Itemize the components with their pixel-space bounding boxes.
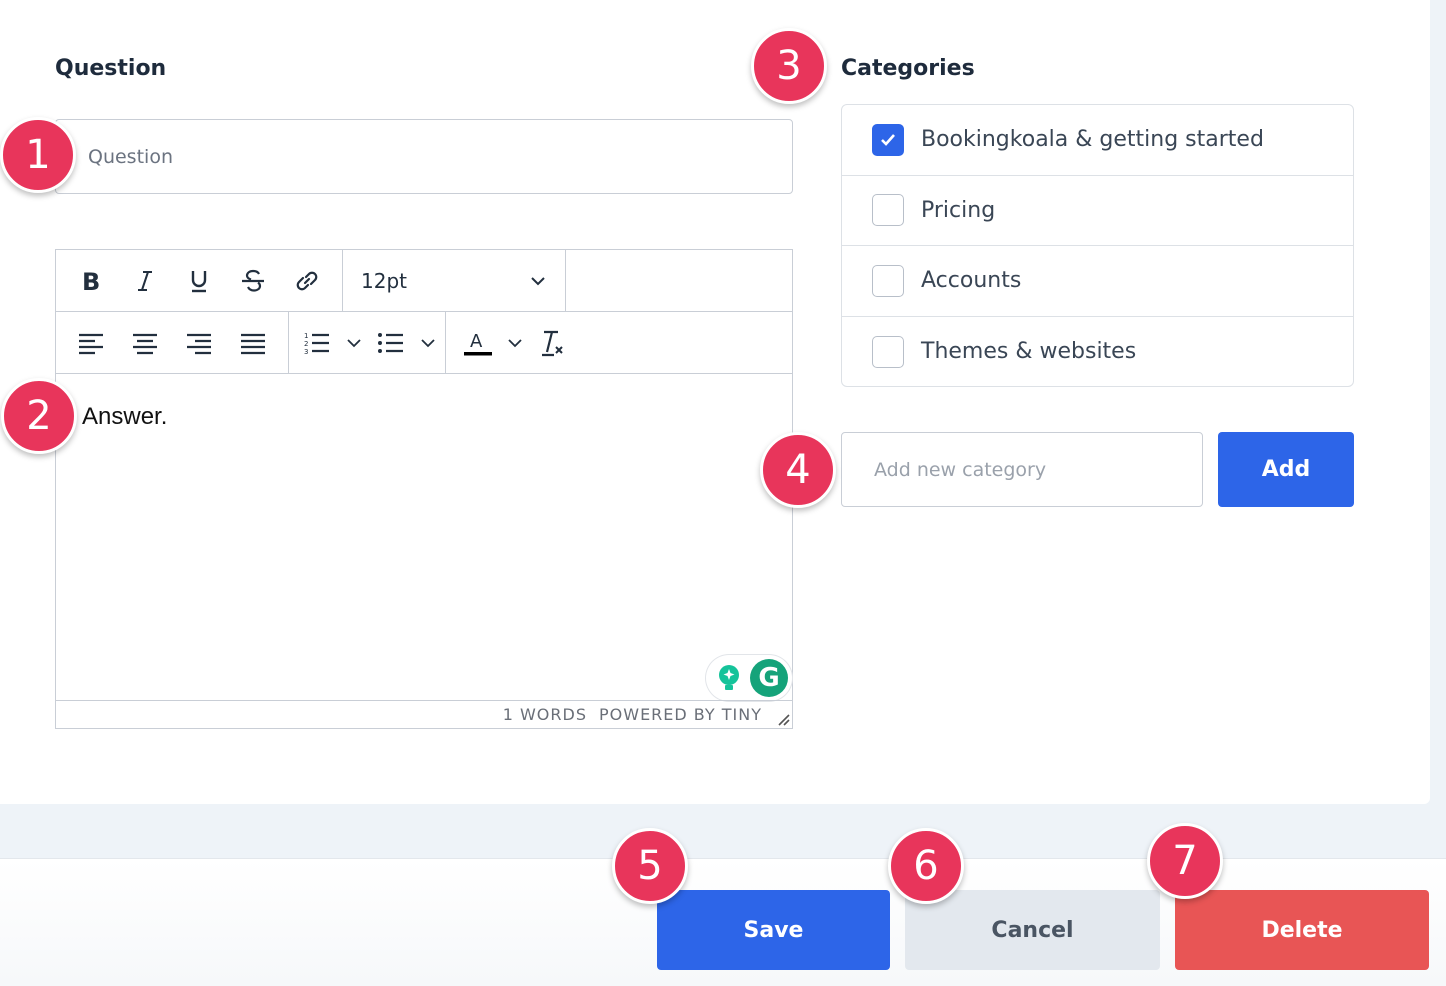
annotation-badge: 7 bbox=[1147, 823, 1223, 899]
answer-editor: B 12pt 1 2 3 A Answer. G 1 WORDS POWERED… bbox=[55, 249, 793, 729]
chevron-down-icon[interactable] bbox=[415, 321, 441, 365]
annotation-badge: 3 bbox=[751, 28, 827, 104]
align-center-icon[interactable] bbox=[122, 321, 168, 365]
cancel-button[interactable]: Cancel bbox=[905, 890, 1160, 970]
align-justify-icon[interactable] bbox=[230, 321, 276, 365]
category-label: Bookingkoala & getting started bbox=[921, 127, 1264, 153]
svg-text:A: A bbox=[470, 331, 483, 352]
category-label: Themes & websites bbox=[921, 339, 1137, 365]
annotation-badge: 2 bbox=[1, 378, 77, 454]
annotation-badge: 1 bbox=[0, 117, 76, 193]
checkbox[interactable] bbox=[872, 264, 904, 297]
bold-icon[interactable]: B bbox=[68, 259, 114, 303]
category-label: Pricing bbox=[921, 197, 996, 223]
grammarly-widget[interactable]: G bbox=[706, 655, 792, 701]
add-category-button[interactable]: Add bbox=[1218, 432, 1354, 507]
underline-icon[interactable] bbox=[176, 259, 222, 303]
save-button[interactable]: Save bbox=[657, 890, 890, 970]
question-label: Question bbox=[55, 56, 167, 81]
editor-statusbar: 1 WORDS POWERED BY TINY bbox=[56, 700, 792, 728]
font-size-value: 12pt bbox=[361, 268, 407, 293]
svg-text:B: B bbox=[82, 269, 100, 293]
category-item[interactable]: Bookingkoala & getting started bbox=[842, 105, 1353, 176]
check-icon bbox=[881, 133, 895, 146]
list-group: 123 bbox=[289, 312, 446, 373]
bullet-list-icon[interactable] bbox=[371, 321, 411, 365]
align-group bbox=[56, 312, 289, 373]
new-category-input[interactable] bbox=[841, 432, 1203, 507]
categories-list: Bookingkoala & getting started Pricing A… bbox=[841, 104, 1354, 387]
checkbox-checked[interactable] bbox=[872, 123, 904, 156]
link-icon[interactable] bbox=[284, 259, 330, 303]
align-left-icon[interactable] bbox=[68, 321, 114, 365]
svg-text:2: 2 bbox=[304, 340, 308, 348]
chevron-down-icon[interactable] bbox=[502, 321, 528, 365]
annotation-badge: 6 bbox=[888, 828, 964, 904]
category-item[interactable]: Themes & websites bbox=[842, 317, 1353, 387]
word-count: 1 WORDS bbox=[502, 705, 587, 724]
editor-toolbar-row-2: 123 A bbox=[56, 312, 792, 374]
annotation-badge: 4 bbox=[760, 432, 836, 508]
font-size-select[interactable]: 12pt bbox=[343, 269, 565, 293]
editor-toolbar-row-1: B 12pt bbox=[56, 250, 792, 312]
category-item[interactable]: Accounts bbox=[842, 246, 1353, 317]
clear-formatting-icon[interactable] bbox=[532, 321, 572, 365]
checkbox[interactable] bbox=[872, 335, 904, 368]
font-size-group: 12pt bbox=[343, 250, 566, 311]
strikethrough-icon[interactable] bbox=[230, 259, 276, 303]
grammarly-icon: G bbox=[750, 659, 788, 697]
checkbox[interactable] bbox=[872, 194, 904, 227]
italic-icon[interactable] bbox=[122, 259, 168, 303]
color-group: A bbox=[446, 312, 584, 373]
category-item[interactable]: Pricing bbox=[842, 176, 1353, 246]
categories-label: Categories bbox=[841, 56, 975, 81]
powered-by[interactable]: POWERED BY TINY bbox=[599, 705, 762, 724]
grammarly-letter: G bbox=[758, 663, 780, 693]
align-right-icon[interactable] bbox=[176, 321, 222, 365]
chevron-down-icon bbox=[531, 276, 545, 285]
delete-button[interactable]: Delete bbox=[1175, 890, 1429, 970]
chevron-down-icon[interactable] bbox=[341, 321, 367, 365]
annotation-badge: 5 bbox=[612, 828, 688, 904]
svg-text:1: 1 bbox=[304, 332, 308, 340]
format-group: B bbox=[56, 250, 343, 311]
text-color-icon[interactable]: A bbox=[458, 321, 498, 365]
question-input[interactable] bbox=[55, 119, 793, 194]
numbered-list-icon[interactable]: 123 bbox=[297, 321, 337, 365]
resize-handle-icon[interactable] bbox=[776, 712, 790, 726]
svg-text:3: 3 bbox=[304, 348, 308, 356]
editor-content[interactable]: Answer. bbox=[82, 403, 167, 431]
lightbulb-icon bbox=[719, 665, 739, 690]
page-background-strip bbox=[1430, 0, 1446, 804]
category-label: Accounts bbox=[921, 268, 1022, 294]
